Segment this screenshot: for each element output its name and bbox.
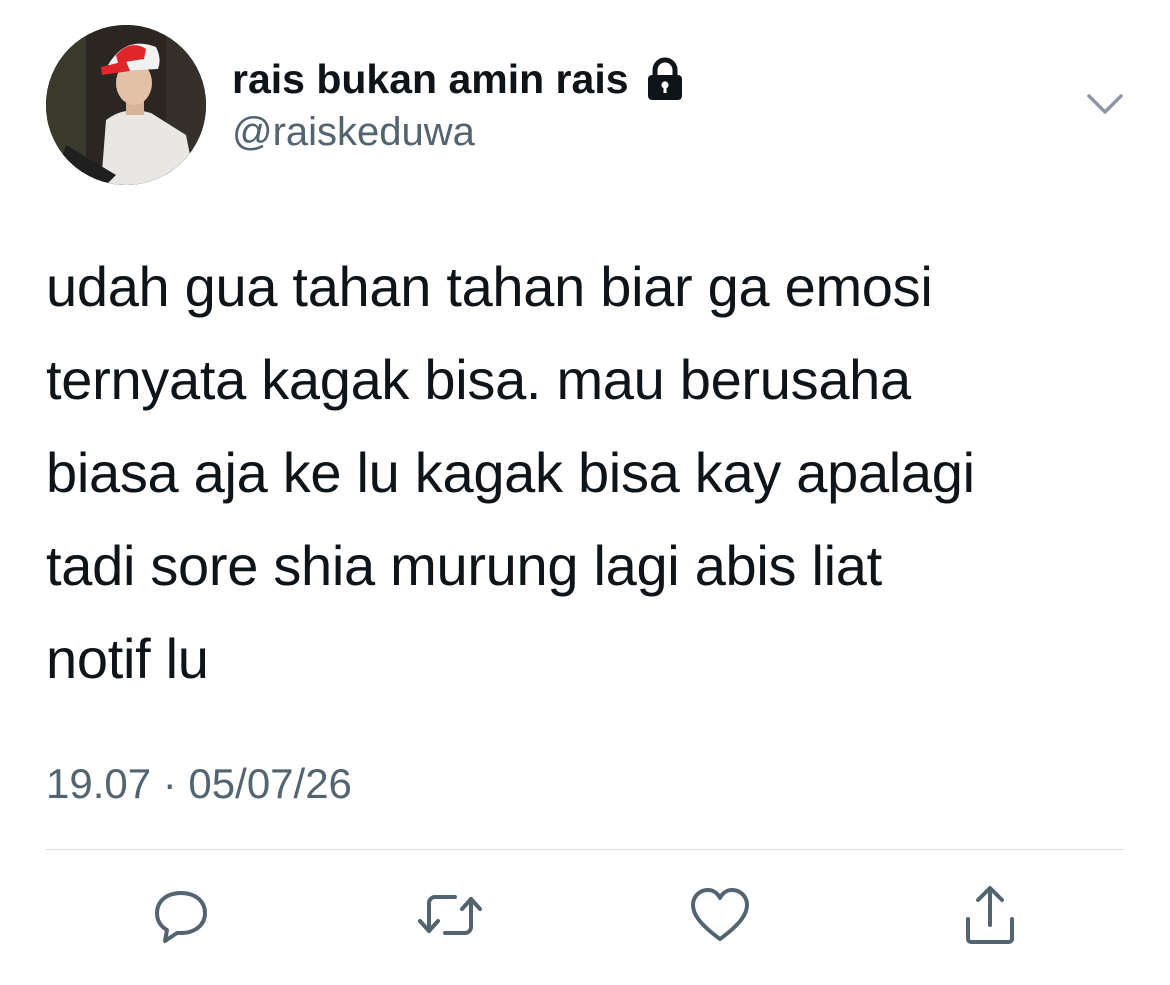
- reply-button[interactable]: [146, 880, 216, 950]
- tweet-card: rais bukan amin rais @raiskeduwa udah gu…: [0, 0, 1170, 985]
- lock-icon: [643, 56, 687, 102]
- tweet-timestamp[interactable]: 19.07 · 05/07/26: [46, 760, 352, 808]
- tweet-text: udah gua tahan tahan biar ga emosi terny…: [46, 255, 975, 690]
- chevron-down-icon[interactable]: [1083, 88, 1127, 120]
- user-handle[interactable]: @raiskeduwa: [232, 110, 475, 155]
- speech-bubble-icon: [155, 891, 207, 943]
- share-icon: [966, 886, 1014, 944]
- divider: [46, 849, 1124, 850]
- retweet-icon: [418, 895, 482, 935]
- retweet-button[interactable]: [415, 880, 485, 950]
- share-button[interactable]: [955, 880, 1025, 950]
- avatar[interactable]: [46, 25, 206, 185]
- display-name[interactable]: rais bukan amin rais: [232, 56, 629, 103]
- like-button[interactable]: [685, 880, 755, 950]
- heart-icon: [691, 888, 749, 941]
- user-name-row: rais bukan amin rais: [232, 55, 687, 103]
- profile-photo-icon: [46, 25, 206, 185]
